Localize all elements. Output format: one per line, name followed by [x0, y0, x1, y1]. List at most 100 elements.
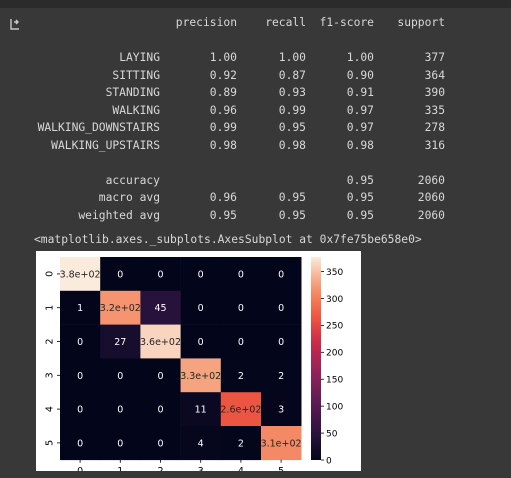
- x-tick-label: 5: [278, 466, 284, 471]
- x-tick-label: 3: [198, 466, 204, 471]
- report-cell-f1: 0.97: [346, 121, 374, 134]
- colorbar-tick-label: 150: [326, 376, 343, 386]
- report-cell-precision: 0.98: [209, 138, 237, 152]
- heatmap-annotation: 4: [198, 438, 204, 449]
- report-cell-recall: 0.95: [278, 121, 306, 134]
- report-row: accuracy 0.95 2060: [0, 172, 511, 190]
- report-row: weighted avg 0.95 0.95 0.95 2060: [0, 207, 511, 225]
- heatmap-annotation: 0: [238, 269, 244, 280]
- report-cell-label: weighted avg: [78, 208, 160, 222]
- confusion-matrix-plot: 3.8e+02 0 0 0 0 0 1 3.2e+02 45 0 0 0 0 27 3.6e+02 0 0 0 0 0…: [36, 251, 361, 471]
- report-cell-support: 335: [424, 103, 445, 117]
- report-cell-f1: 0.91: [346, 86, 374, 99]
- report-cell-support: 377: [424, 51, 445, 64]
- report-cell-support: 364: [424, 68, 445, 82]
- heatmap-annotation: 0: [157, 371, 163, 382]
- heatmap-annotation: 0: [77, 371, 83, 382]
- x-tick-label: 4: [238, 466, 244, 471]
- report-cell-recall: 0.95: [278, 208, 306, 222]
- report-cell-recall: 0.87: [278, 68, 306, 82]
- report-row: WALKING_DOWNSTAIRS 0.99 0.95 0.97 278: [0, 119, 511, 137]
- confusion-matrix-heatmap: 3.8e+02 0 0 0 0 01 3.2e+02 45 0 0 00 27 3.6e+02 0 0 00 0…: [45, 257, 343, 471]
- report-row: SITTING 0.92 0.87 0.90 364: [0, 67, 511, 85]
- heatmap-annotation: 0: [238, 337, 244, 348]
- heatmap-annotation: 2.6e+02: [220, 405, 261, 416]
- report-row: LAYING 1.00 1.00 1.00 377: [0, 49, 511, 67]
- colorbar-tick-label: 200: [326, 349, 343, 359]
- report-cell-recall: 0.98: [278, 138, 306, 152]
- heatmap-annotation: 0: [77, 337, 83, 348]
- heatmap-annotation: 0: [157, 405, 163, 416]
- heatmap-annotation: 3.3e+02: [180, 371, 221, 382]
- report-cell-support: 2060: [417, 191, 445, 204]
- report-cell-label: accuracy: [105, 173, 160, 187]
- report-cell-f1: 0.97: [346, 103, 374, 117]
- colorbar-tick-label: 50: [326, 429, 338, 439]
- colorbar-tick-label: 100: [326, 402, 343, 412]
- report-cell-label: WALKING_UPSTAIRS: [51, 138, 160, 152]
- heatmap-annotation: 2: [278, 371, 284, 382]
- report-cell-recall: 0.95: [278, 191, 306, 204]
- heatmap-annotation: 0: [157, 269, 163, 280]
- header-precision: precision: [175, 16, 237, 29]
- heatmap-annotation: 2: [238, 371, 244, 382]
- report-row: macro avg 0.96 0.95 0.95 2060: [0, 189, 511, 207]
- report-cell-recall: 0.99: [278, 103, 306, 117]
- report-cell-precision: 0.96: [209, 191, 237, 204]
- heatmap-annotation: 0: [278, 269, 284, 280]
- report-cell-support: 316: [424, 138, 445, 152]
- y-tick-label: 1: [45, 305, 56, 311]
- report-cell-support: 278: [424, 121, 445, 134]
- header-support: support: [397, 16, 445, 29]
- heatmap-annotation: 1: [77, 303, 83, 314]
- header-f1-score: f1-score: [319, 16, 374, 29]
- x-tick-label: 1: [117, 466, 123, 471]
- report-cell-precision: 0.99: [209, 121, 237, 134]
- report-cell-f1: 0.95: [346, 173, 374, 187]
- heatmap-annotation: 0: [117, 405, 123, 416]
- report-cell-recall: 0.93: [278, 86, 306, 99]
- report-cell-precision: 0.96: [209, 103, 237, 117]
- report-cell-label: LAYING: [119, 51, 160, 64]
- heatmap-annotation: 3.8e+02: [60, 269, 101, 280]
- report-cell-precision: 1.00: [209, 51, 237, 64]
- report-cell-f1: 0.95: [346, 208, 374, 222]
- report-cell-label: WALKING_DOWNSTAIRS: [37, 121, 160, 134]
- heatmap-annotation: 0: [77, 438, 83, 449]
- heatmap-annotation: 11: [195, 405, 207, 416]
- heatmap-annotation: 45: [154, 303, 166, 314]
- colorbar: [311, 257, 321, 460]
- report-cell-label: STANDING: [105, 86, 160, 99]
- report-cell-recall: 1.00: [278, 51, 306, 64]
- heatmap-annotation: 0: [77, 405, 83, 416]
- heatmap-annotation: 0: [238, 303, 244, 314]
- colorbar-tick-label: 300: [326, 295, 343, 305]
- y-tick-label: 5: [45, 440, 56, 446]
- heatmap-annotation: 0: [278, 303, 284, 314]
- report-row: WALKING 0.96 0.99 0.97 335: [0, 102, 511, 120]
- heatmap-annotation: 2: [238, 438, 244, 449]
- report-cell-support: 2060: [417, 173, 445, 187]
- y-tick-label: 3: [45, 372, 56, 378]
- report-cell-f1: 0.95: [346, 191, 374, 204]
- heatmap-annotation: 3.6e+02: [140, 337, 181, 348]
- heatmap-annotation: 0: [198, 269, 204, 280]
- report-cell-f1: 1.00: [346, 51, 374, 64]
- heatmap-annotation: 3: [278, 405, 284, 416]
- report-cell-label: macro avg: [98, 191, 160, 204]
- report-cell-label: SITTING: [112, 68, 160, 82]
- heatmap-annotation: 0: [278, 337, 284, 348]
- header-recall: recall: [265, 16, 306, 29]
- report-cell-label: WALKING: [112, 103, 160, 117]
- report-cell-support: 390: [424, 86, 445, 99]
- report-cell-precision: 0.92: [209, 68, 237, 82]
- y-tick-label: 4: [45, 406, 56, 412]
- top-strip: [0, 0, 511, 8]
- report-cell-f1: 0.98: [346, 138, 374, 152]
- heatmap-annotation: 0: [117, 269, 123, 280]
- axes-repr-output: <matplotlib.axes._subplots.AxesSubplot a…: [34, 233, 422, 246]
- heatmap-annotation: 0: [157, 438, 163, 449]
- colorbar-tick-label: 250: [326, 322, 343, 332]
- heatmap-annotation: 27: [114, 337, 126, 348]
- report-cell-f1: 0.90: [346, 68, 374, 82]
